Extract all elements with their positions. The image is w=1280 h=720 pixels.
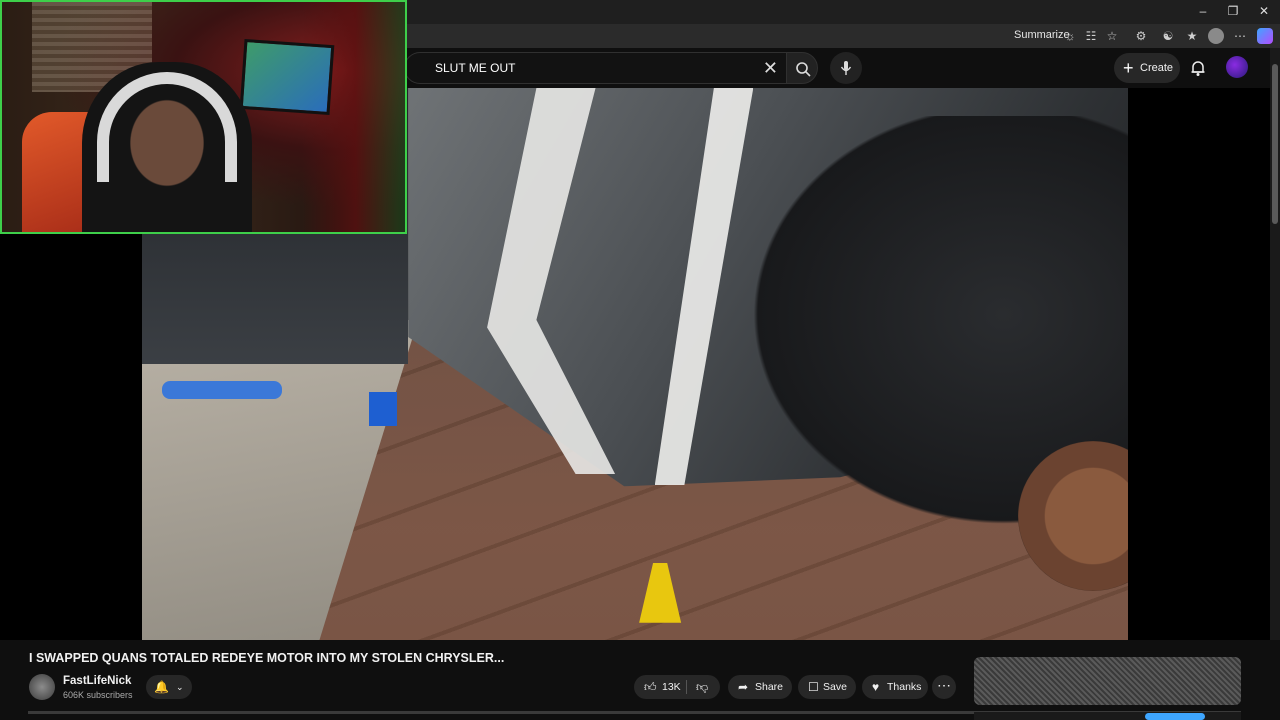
tab-actions-icon[interactable]: ☯ [1160,28,1176,44]
share-label: Share [755,681,784,693]
search-box[interactable]: SLUT ME OUT ✕ [404,52,786,84]
thanks-label: Thanks [887,681,922,693]
search-icon [796,62,811,77]
jack-stand [368,391,397,426]
background-monitor [239,38,335,116]
share-button[interactable]: ➦ Share [728,675,792,699]
close-icon[interactable]: ✕ [763,58,778,78]
search-button[interactable] [786,52,818,84]
plus-icon: + [1123,58,1134,78]
more-icon: ⋯ [937,677,951,693]
subscriber-count: 606K subscribers [63,690,133,700]
reader-icon[interactable]: ☷ [1083,28,1099,44]
extensions-icon[interactable]: ⚙ [1133,28,1149,44]
sidebar-ad-chip[interactable] [1145,713,1205,720]
create-label: Create [1140,62,1174,74]
like-divider [686,680,687,694]
notification-button[interactable]: 🔔 ⌄ [146,675,192,699]
thumbs-down-icon[interactable]: 👎︎ [696,675,708,699]
maximize-icon[interactable]: ❐ [1218,2,1248,20]
channel-name[interactable]: FastLifeNick [63,675,131,687]
chevron-down-icon: ⌄ [176,682,184,692]
favorites-icon[interactable]: ★ [1184,28,1200,44]
webcam-overlay [0,0,407,234]
bell-icon[interactable] [1188,58,1208,78]
favorite-star-icon[interactable]: ☆ [1104,28,1120,44]
thanks-button[interactable]: ♥ Thanks [862,675,928,699]
save-button[interactable]: ☐ Save [798,675,856,699]
profile-icon[interactable] [1208,28,1224,44]
bookmark-icon: ☐ [808,680,819,694]
like-dislike-group: 👍︎ 13K 👎︎ [634,675,720,699]
voice-search-button[interactable] [830,52,862,84]
page-scrollbar[interactable] [1270,48,1280,720]
like-count[interactable]: 13K [662,675,681,699]
browser-menu-icon[interactable]: ⋯ [1232,28,1248,44]
account-avatar[interactable] [1226,56,1248,78]
channel-avatar[interactable] [29,674,55,700]
summarize-icon[interactable]: ☼ [1062,28,1078,44]
sidebar-ad-thumbnail[interactable] [974,657,1241,705]
minimize-icon[interactable]: – [1188,2,1218,20]
save-label: Save [823,681,847,693]
bell-icon: 🔔 [154,680,169,694]
search-input[interactable]: SLUT ME OUT [435,61,515,75]
copilot-icon[interactable] [1257,28,1273,44]
scroll-thumb[interactable] [1272,64,1278,224]
microphone-icon [840,61,852,75]
blue-creeper [161,380,282,399]
thanks-icon: ♥ [872,680,880,694]
share-icon: ➦ [738,680,749,694]
thumbs-up-icon[interactable]: 👍︎ [644,675,657,699]
led-glow [302,2,405,232]
video-info: I SWAPPED QUANS TOTALED REDEYE MOTOR INT… [0,640,1280,720]
video-title: I SWAPPED QUANS TOTALED REDEYE MOTOR INT… [29,651,505,665]
create-button[interactable]: + Create [1114,53,1180,83]
more-actions-button[interactable]: ⋯ [932,675,956,699]
close-window-icon[interactable]: ✕ [1249,2,1279,20]
